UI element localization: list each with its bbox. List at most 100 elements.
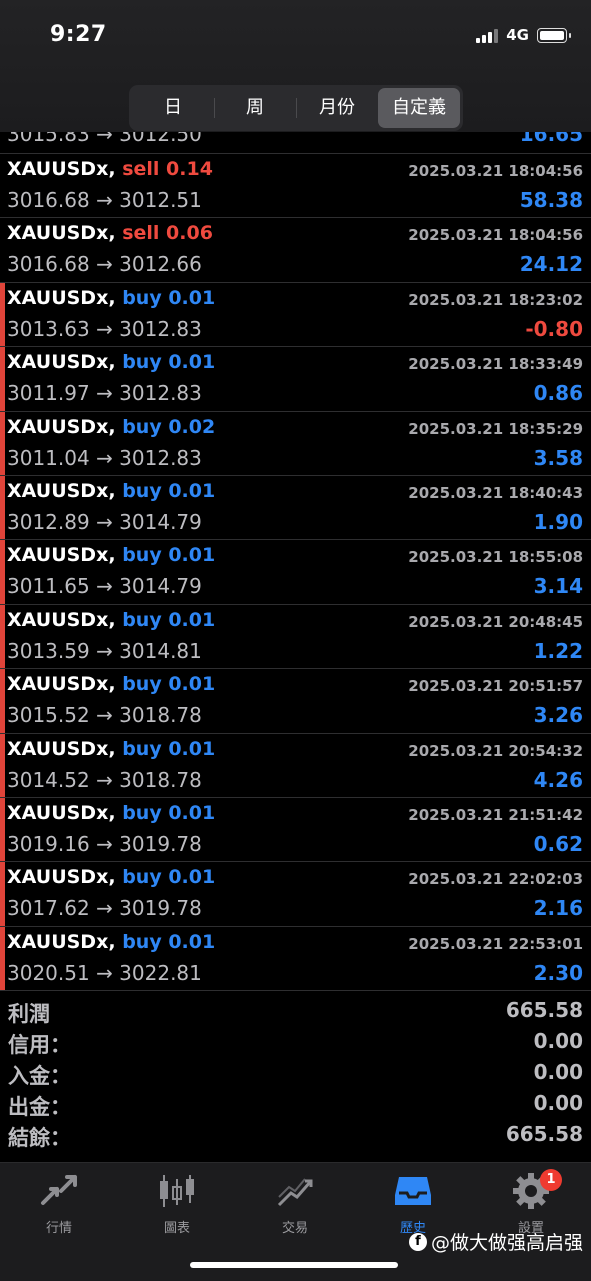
tab-label: 行情 [45, 1221, 72, 1236]
trade-side: sell [122, 158, 160, 180]
watermark: f @做大做强高启强 [408, 1228, 583, 1255]
trade-symbol-line: XAUUSDx, buy 0.01 [7, 609, 215, 631]
trade-side: buy [122, 866, 162, 889]
trade-prices: 3011.04 → 3012.83 [7, 445, 202, 470]
trade-side-lots: buy 0.01 [122, 738, 215, 760]
trade-lots: 0.06 [166, 222, 213, 245]
trade-symbol-line: XAUUSDx, buy 0.01 [7, 480, 215, 502]
trade-symbol: XAUUSDx, [7, 673, 116, 696]
trade-row[interactable]: XAUUSDx, buy 0.01 2025.03.21 20:51:57 3015… [0, 669, 591, 734]
trade-row[interactable]: XAUUSDx, buy 0.01 2025.03.21 22:02:03 3017… [0, 862, 591, 927]
trade-symbol: XAUUSDx, [7, 737, 116, 760]
trade-row[interactable]: XAUUSDx, buy 0.02 2025.03.21 18:35:29 3011… [0, 411, 591, 476]
trade-lots: 0.14 [166, 158, 213, 180]
trade-side: buy [122, 544, 162, 567]
trade-row[interactable]: XAUUSDx, buy 0.01 2025.03.21 18:33:49 3011… [0, 347, 591, 412]
trade-side-lots: buy 0.01 [122, 931, 215, 953]
segment-month[interactable]: 月份 [296, 88, 378, 128]
trade-side-lots: buy 0.01 [122, 609, 215, 631]
trade-prices: 3015.83 → 3012.50 [7, 132, 202, 146]
summary-label: 出金： [8, 1095, 71, 1119]
trade-symbol: XAUUSDx, [7, 415, 116, 438]
trade-symbol-line: XAUUSDx, sell 0.06 [7, 222, 213, 244]
trade-row[interactable]: XAUUSDx, buy 0.01 2025.03.21 20:48:45 3013… [0, 604, 591, 670]
trade-prices: 3016.68 → 3012.51 [7, 188, 202, 212]
trade-history-list: 3015.83 → 3012.50 16.65 XAUUSDx, sell 0.… [0, 132, 591, 992]
trade-side: buy [122, 608, 162, 631]
trade-row[interactable]: XAUUSDx, buy 0.01 2025.03.21 18:23:02 3013… [0, 282, 591, 348]
trade-profit: 3.26 [533, 703, 583, 728]
trade-row[interactable]: XAUUSDx, buy 0.01 2025.03.21 22:53:01 3020… [0, 926, 591, 992]
trade-lots: 0.01 [168, 737, 216, 760]
trade-symbol-line: XAUUSDx, sell 0.14 [7, 158, 213, 180]
tab-label: 圖表 [163, 1221, 190, 1236]
trade-side: buy [122, 479, 162, 502]
trade-datetime: 2025.03.21 18:23:02 [408, 290, 583, 309]
trade-row[interactable]: XAUUSDx, buy 0.01 2025.03.21 20:54:32 3014… [0, 733, 591, 798]
trade-side-lots: buy 0.02 [122, 416, 215, 438]
trade-lots: 0.01 [168, 801, 216, 824]
trade-side: buy [122, 930, 162, 953]
segment-week[interactable]: 周 [214, 88, 296, 128]
trade-symbol-line: XAUUSDx, buy 0.01 [7, 673, 215, 695]
summary-balance-row: 結餘： 665.58 [0, 1122, 591, 1153]
home-indicator[interactable] [190, 1262, 398, 1268]
segment-day[interactable]: 日 [132, 88, 214, 128]
tab-quotes[interactable]: 行情 [0, 1171, 118, 1236]
trade-side-lots: buy 0.01 [122, 673, 215, 695]
trade-datetime: 2025.03.21 20:48:45 [408, 612, 583, 631]
trade-prices: 3019.16 → 3019.78 [7, 831, 202, 856]
trade-side: buy [122, 737, 162, 760]
trade-prices: 3020.51 → 3022.81 [7, 960, 202, 985]
account-summary: 利潤 665.58 信用： 0.00 入金： 0.00 出金： 0.00 結餘：… [0, 998, 591, 1153]
trade-profit: 4.26 [533, 767, 583, 792]
trade-row[interactable]: XAUUSDx, buy 0.01 2025.03.21 18:40:43 3012… [0, 475, 591, 541]
trade-side: buy [122, 286, 162, 309]
trade-symbol: XAUUSDx, [7, 286, 116, 309]
trade-profit: 1.90 [533, 509, 583, 534]
trade-profit: 2.30 [533, 960, 583, 985]
trade-row[interactable]: XAUUSDx, sell 0.14 2025.03.21 18:04:56 301… [0, 154, 591, 219]
candlestick-chart-icon [118, 1171, 236, 1211]
trade-datetime: 2025.03.21 18:04:56 [408, 226, 583, 245]
summary-label: 入金： [8, 1064, 71, 1088]
trade-lots: 0.01 [168, 479, 216, 502]
trade-profit: 58.38 [519, 188, 583, 212]
trade-prices: 3017.62 → 3019.78 [7, 896, 202, 921]
summary-label: 利潤 [8, 1002, 50, 1026]
trade-row-partial[interactable]: 3015.83 → 3012.50 16.65 [0, 132, 591, 154]
trade-lots: 0.01 [168, 673, 216, 696]
trade-side: buy [122, 673, 162, 696]
trade-lots: 0.01 [168, 286, 216, 309]
period-segmented-control: 日 周 月份 自定義 [129, 85, 463, 131]
trade-datetime: 2025.03.21 18:35:29 [408, 419, 583, 438]
trade-datetime: 2025.03.21 22:02:03 [408, 870, 583, 889]
trade-symbol-line: XAUUSDx, buy 0.01 [7, 931, 215, 953]
tab-settings[interactable]: 1 設置 [472, 1169, 590, 1236]
trade-symbol: XAUUSDx, [7, 608, 116, 631]
segment-custom[interactable]: 自定義 [378, 88, 460, 128]
trade-prices: 3013.59 → 3014.81 [7, 638, 202, 663]
trade-profit: 16.65 [519, 132, 583, 146]
trade-symbol-line: XAUUSDx, buy 0.01 [7, 544, 215, 566]
network-label: 4G [506, 26, 529, 44]
tab-chart[interactable]: 圖表 [118, 1171, 236, 1236]
trade-datetime: 2025.03.21 20:54:32 [408, 741, 583, 760]
trade-side-lots: buy 0.01 [122, 802, 215, 824]
trade-symbol: XAUUSDx, [7, 222, 116, 245]
trade-symbol: XAUUSDx, [7, 479, 116, 502]
trade-side-lots: sell 0.14 [122, 158, 213, 180]
trade-symbol: XAUUSDx, [7, 158, 116, 180]
summary-value: 665.58 [505, 998, 583, 1022]
trade-row[interactable]: XAUUSDx, buy 0.01 2025.03.21 18:55:08 3011… [0, 540, 591, 605]
tab-history[interactable]: 歷史 [354, 1171, 472, 1236]
gear-icon [472, 1171, 590, 1211]
trade-side-lots: buy 0.01 [122, 544, 215, 566]
trade-profit: 1.22 [533, 638, 583, 663]
trade-symbol-line: XAUUSDx, buy 0.01 [7, 738, 215, 760]
trade-row[interactable]: XAUUSDx, sell 0.06 2025.03.21 18:04:56 301… [0, 218, 591, 283]
trade-datetime: 2025.03.21 18:55:08 [408, 548, 583, 567]
tab-trade[interactable]: 交易 [236, 1171, 354, 1236]
trade-row[interactable]: XAUUSDx, buy 0.01 2025.03.21 21:51:42 3019… [0, 797, 591, 863]
trade-side-lots: buy 0.01 [122, 480, 215, 502]
